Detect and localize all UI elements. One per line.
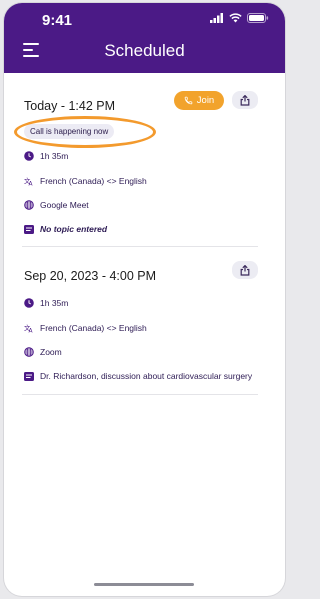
language-row: 文A French (Canada) <> English	[24, 176, 147, 186]
clock-icon	[24, 151, 34, 161]
topic-text: Dr. Richardson, discussion about cardiov…	[40, 371, 253, 381]
duration-row: 1h 35m	[24, 298, 68, 308]
svg-text:A: A	[29, 182, 33, 186]
status-icons	[210, 13, 269, 23]
call-card[interactable]: Today - 1:42 PM Join Call is happening n…	[14, 91, 258, 247]
translate-icon: 文A	[24, 176, 34, 186]
topic-row: No topic entered	[24, 224, 107, 234]
share-icon	[240, 94, 250, 106]
status-time: 9:41	[42, 12, 73, 29]
highlight-annotation	[14, 116, 156, 148]
topic-icon	[24, 224, 34, 234]
platform-row: Zoom	[24, 347, 62, 357]
platform-text: Zoom	[40, 347, 62, 357]
call-date: Today - 1:42 PM	[24, 99, 116, 113]
translate-icon: 文A	[24, 323, 34, 333]
share-icon	[240, 264, 250, 276]
app-header: 9:41 Scheduled	[4, 3, 285, 73]
language-row: 文A French (Canada) <> English	[24, 323, 147, 333]
topic-icon	[24, 371, 34, 381]
share-button[interactable]	[232, 91, 258, 109]
topic-text: No topic entered	[40, 224, 108, 234]
wifi-icon	[229, 13, 242, 23]
phone-screen: 9:41 Scheduled Today - 1:42 PM Join Call…	[4, 3, 285, 596]
duration-text: 1h 35m	[40, 151, 69, 161]
phone-icon	[184, 96, 193, 105]
share-button[interactable]	[232, 261, 258, 279]
platform-row: Google Meet	[24, 200, 89, 210]
duration-text: 1h 35m	[40, 298, 69, 308]
globe-icon	[24, 200, 34, 210]
page-title: Scheduled	[104, 41, 185, 60]
signal-icon	[210, 13, 223, 23]
call-card[interactable]: Sep 20, 2023 - 4:00 PM 1h 35m 文A French …	[22, 261, 258, 395]
topic-row: Dr. Richardson, discussion about cardiov…	[24, 371, 252, 381]
join-button[interactable]: Join	[174, 91, 224, 110]
join-label: Join	[196, 95, 215, 106]
svg-text:A: A	[29, 329, 33, 333]
globe-icon	[24, 347, 34, 357]
clock-icon	[24, 298, 34, 308]
call-date: Sep 20, 2023 - 4:00 PM	[24, 269, 157, 283]
battery-icon	[247, 13, 269, 23]
home-indicator	[94, 583, 194, 586]
duration-row: 1h 35m	[24, 151, 68, 161]
platform-text: Google Meet	[40, 200, 89, 210]
language-text: French (Canada) <> English	[40, 176, 147, 186]
language-text: French (Canada) <> English	[40, 323, 147, 333]
